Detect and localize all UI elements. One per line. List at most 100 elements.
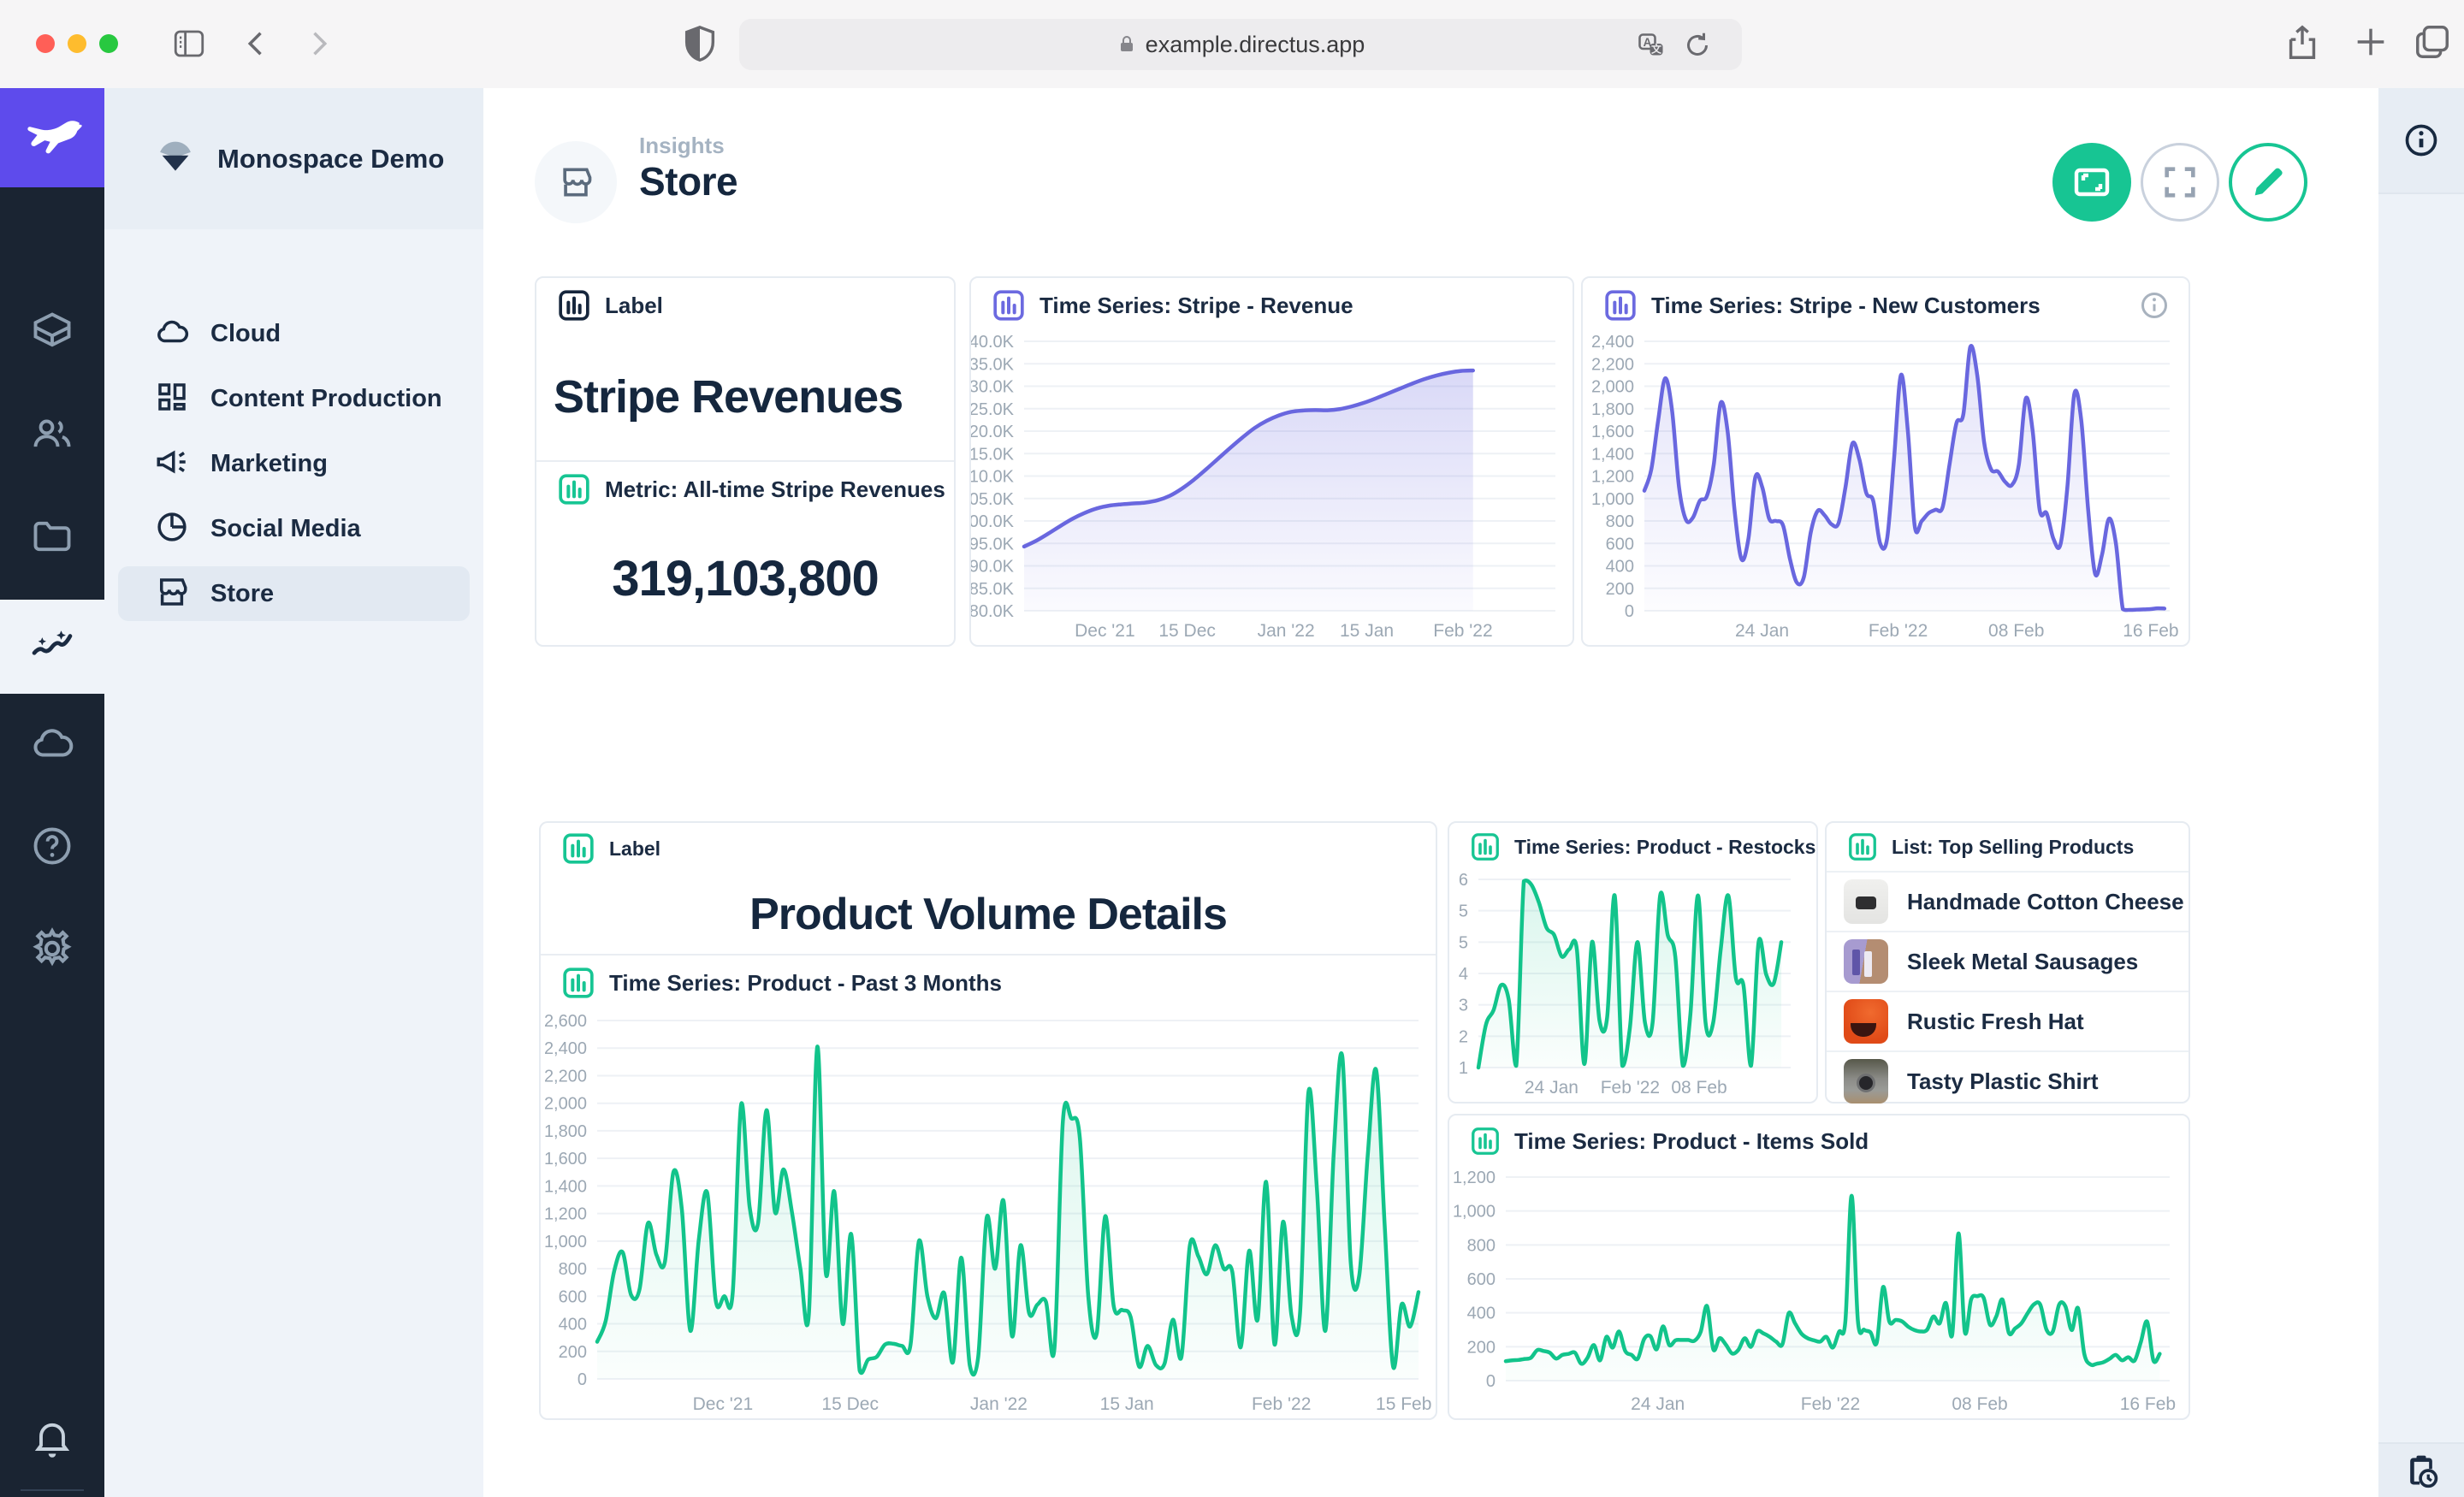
- chart-panel-header: Time Series: Product - Restocks: [1449, 823, 1816, 871]
- chart-panel-header: Time Series: Product - Items Sold: [1449, 1115, 2189, 1167]
- chart-panel-icon: [1470, 831, 1501, 862]
- project-header[interactable]: Monospace Demo: [104, 88, 483, 229]
- panel-label-header: Label: [541, 823, 1436, 874]
- cloud-icon: [154, 314, 190, 354]
- panel-label-header: Label: [536, 278, 954, 333]
- activity-log-button[interactable]: [2378, 1442, 2464, 1497]
- clipboard-clock-icon: [2402, 1452, 2440, 1489]
- grid-icon: [154, 379, 190, 419]
- label-text: Product Volume Details: [749, 889, 1227, 940]
- chart-panel-header: Time Series: Stripe - New Customers: [1583, 278, 2189, 333]
- product-thumbnail: [1844, 879, 1888, 924]
- list-item[interactable]: Rustic Fresh Hat: [1827, 991, 2189, 1050]
- svg-text:24 Jan: 24 Jan: [1735, 621, 1789, 641]
- module-insights-active[interactable]: [0, 600, 104, 694]
- chart-panel-icon: [561, 966, 595, 1000]
- svg-text:08 Feb: 08 Feb: [1988, 621, 2044, 641]
- metric-value-wrap: 319,103,800: [536, 517, 954, 641]
- svg-text:2,400: 2,400: [1591, 333, 1634, 352]
- module-help[interactable]: [0, 805, 104, 891]
- module-content[interactable]: [0, 290, 104, 376]
- address-bar[interactable]: example.directus.app A文: [739, 19, 1742, 70]
- product-past-3-months-chart: 2,6002,4002,2002,0001,8001,6001,4001,200…: [541, 1010, 1436, 1418]
- window-minimize-button[interactable]: [68, 34, 86, 53]
- svg-text:400: 400: [1467, 1305, 1496, 1323]
- module-cloud[interactable]: [0, 702, 104, 788]
- sidebar-item-cloud[interactable]: Cloud: [118, 306, 470, 361]
- slideshow-mode-button[interactable]: [2052, 143, 2131, 222]
- module-settings[interactable]: [0, 908, 104, 993]
- svg-text:2,000: 2,000: [1591, 378, 1634, 397]
- svg-text:120.0K: 120.0K: [971, 423, 1015, 441]
- back-button-icon[interactable]: [240, 26, 275, 66]
- window-close-button[interactable]: [36, 34, 55, 53]
- forward-button-icon[interactable]: [299, 26, 335, 66]
- svg-text:15 Jan: 15 Jan: [1100, 1394, 1154, 1414]
- svg-text:90.0K: 90.0K: [971, 558, 1015, 577]
- translate-icon[interactable]: A文: [1636, 31, 1667, 68]
- sidebar-item-content-production[interactable]: Content Production: [118, 371, 470, 426]
- list-item[interactable]: Handmade Cotton Cheese: [1827, 871, 2189, 931]
- panel-label-metric-column: Label Stripe Revenues Metric: All-time S…: [535, 276, 956, 647]
- presentation-icon: [2071, 162, 2112, 203]
- svg-text:Jan '22: Jan '22: [970, 1394, 1028, 1414]
- share-icon[interactable]: [2283, 21, 2322, 69]
- chart-panel-icon: [557, 472, 591, 506]
- rabbit-logo-icon: [20, 114, 85, 162]
- svg-text:2,200: 2,200: [544, 1067, 587, 1086]
- metric-value: 319,103,800: [612, 550, 879, 607]
- svg-text:2: 2: [1459, 1027, 1468, 1046]
- storefront-icon: [154, 574, 190, 614]
- svg-text:200: 200: [1467, 1338, 1496, 1357]
- chart-panel-header: Time Series: Stripe - Revenue: [971, 278, 1573, 333]
- panel-top-selling-products: List: Top Selling Products Handmade Cott…: [1825, 821, 2190, 1104]
- svg-text:4: 4: [1459, 965, 1468, 984]
- breadcrumb[interactable]: Insights: [639, 133, 725, 159]
- sidebar-item-marketing[interactable]: Marketing: [118, 436, 470, 491]
- svg-text:80.0K: 80.0K: [971, 602, 1015, 621]
- sidebar-toggle-icon[interactable]: [171, 26, 207, 66]
- directus-logo[interactable]: [0, 88, 104, 187]
- module-users[interactable]: [0, 393, 104, 478]
- fullscreen-button[interactable]: [2141, 143, 2219, 222]
- module-files[interactable]: [0, 495, 104, 581]
- svg-text:2,600: 2,600: [544, 1012, 587, 1031]
- svg-text:105.0K: 105.0K: [971, 490, 1015, 509]
- svg-text:1,600: 1,600: [544, 1150, 587, 1169]
- edit-dashboard-button[interactable]: [2229, 143, 2307, 222]
- chart-panel-icon: [1470, 1126, 1501, 1157]
- svg-text:1,200: 1,200: [1591, 468, 1634, 487]
- sidebar-item-store[interactable]: Store: [118, 566, 470, 621]
- svg-text:1,400: 1,400: [544, 1177, 587, 1196]
- sidebar-item-social-media[interactable]: Social Media: [118, 501, 470, 556]
- product-thumbnail: [1844, 999, 1888, 1044]
- new-tab-icon[interactable]: [2351, 22, 2390, 66]
- list-item[interactable]: Tasty Plastic Shirt: [1827, 1050, 2189, 1110]
- help-icon: [30, 824, 74, 873]
- chart-panel-icon: [1847, 831, 1878, 862]
- panel-info-icon[interactable]: [2139, 290, 2170, 327]
- panel-stripe-new-customers: Time Series: Stripe - New Customers 2,40…: [1581, 276, 2190, 647]
- svg-text:3: 3: [1459, 997, 1468, 1015]
- storefront-icon: [557, 163, 595, 201]
- svg-text:08 Feb: 08 Feb: [1952, 1394, 2007, 1414]
- svg-text:24 Jan: 24 Jan: [1631, 1394, 1685, 1414]
- list-item[interactable]: Sleek Metal Sausages: [1827, 931, 2189, 991]
- tab-overview-icon[interactable]: [2413, 22, 2452, 66]
- panel-metric-header: Metric: All-time Stripe Revenues: [536, 462, 954, 517]
- svg-text:2,000: 2,000: [544, 1095, 587, 1114]
- project-logo-icon: [156, 139, 195, 179]
- notifications-button[interactable]: [0, 1397, 104, 1482]
- svg-text:2,200: 2,200: [1591, 355, 1634, 374]
- folder-icon: [30, 514, 74, 563]
- svg-text:Feb '22: Feb '22: [1601, 1078, 1660, 1098]
- info-sidebar-button[interactable]: [2378, 88, 2464, 194]
- list-panel-header: List: Top Selling Products: [1827, 823, 2189, 871]
- reload-icon[interactable]: [1682, 30, 1713, 67]
- svg-text:600: 600: [1606, 535, 1634, 553]
- svg-text:Feb '22: Feb '22: [1252, 1394, 1311, 1414]
- privacy-shield-icon[interactable]: [680, 22, 720, 69]
- window-zoom-button[interactable]: [99, 34, 118, 53]
- svg-text:Feb '22: Feb '22: [1433, 621, 1492, 641]
- svg-text:600: 600: [1467, 1270, 1496, 1289]
